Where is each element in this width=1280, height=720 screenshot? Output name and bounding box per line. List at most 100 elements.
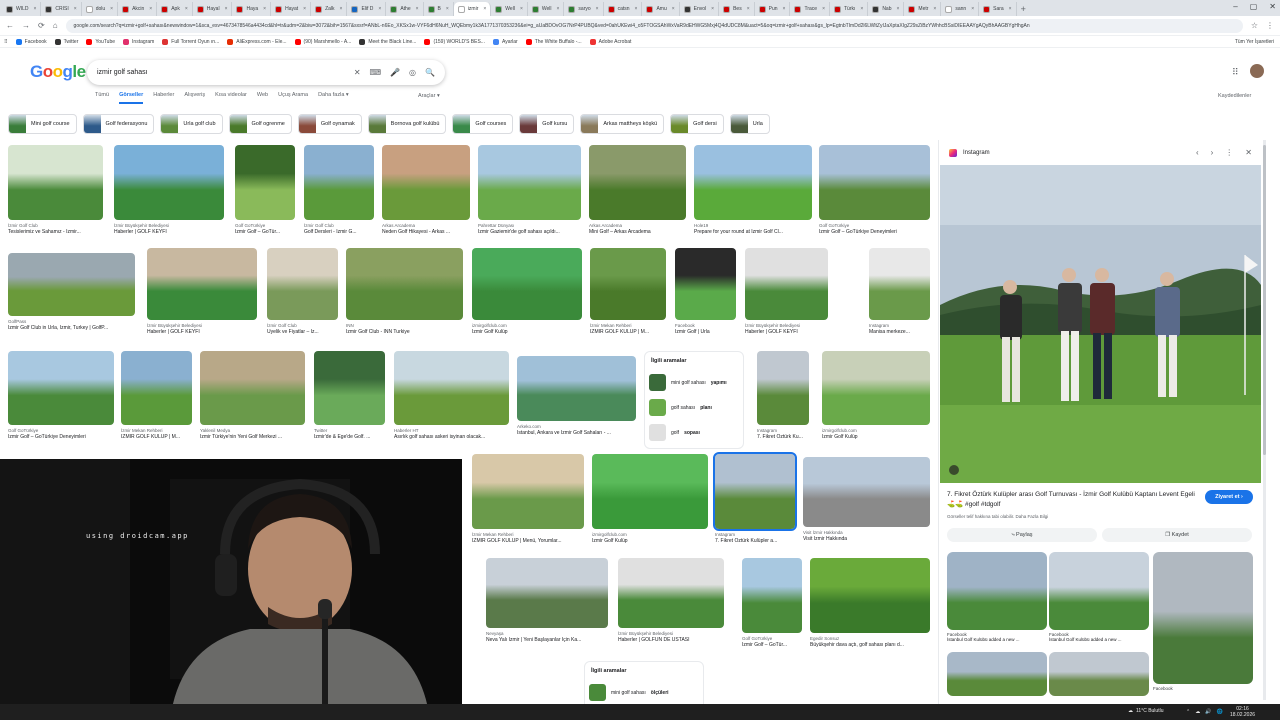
browser-tab[interactable]: Türkı × [830, 2, 869, 16]
result-source[interactable]: Instagram [757, 428, 809, 433]
related-image[interactable]: Facebook İstanbul Golf Kulübü added a new… [947, 552, 1047, 642]
all-bookmarks-link[interactable]: Tüm Yer İşaretleri [1235, 39, 1274, 45]
browser-tab[interactable]: Zalk × [311, 2, 348, 16]
image-result[interactable]: izmirgolfclub.com İzmir Golf Kulüp [592, 454, 708, 544]
result-thumbnail[interactable] [472, 248, 582, 320]
result-title[interactable]: Golf Dersleri - İzmir G... [304, 229, 374, 235]
image-result[interactable]: Arkas Arcadema Mini Golf – Arkas Arcadema [589, 145, 686, 235]
result-thumbnail[interactable] [694, 145, 812, 220]
browser-tab[interactable]: dolu × [82, 2, 119, 16]
result-source[interactable]: İzmir Mekan Rehberi [472, 532, 584, 537]
refinement-chip[interactable]: Golf ogrenme [228, 114, 292, 134]
refinement-chip[interactable]: Golf dersi [670, 114, 724, 134]
browser-tab[interactable]: sann × [941, 2, 980, 16]
browser-tab[interactable]: Apk × [157, 2, 193, 16]
bookmark-item[interactable]: Adobe Acrobat [589, 38, 631, 45]
microphone-icon[interactable]: 🎤 [390, 68, 400, 77]
result-source[interactable]: Visit İzmir Hakkında [803, 530, 930, 535]
result-source[interactable]: Twitter [314, 428, 385, 433]
filter-tab[interactable]: Kısa videolar [215, 92, 247, 104]
result-thumbnail[interactable] [478, 145, 581, 220]
result-thumbnail[interactable] [235, 145, 295, 220]
result-source[interactable]: INN [346, 323, 463, 328]
result-source[interactable]: İzmir Büyükşehir Belediyesi [745, 323, 828, 328]
result-title[interactable]: Asırlık golf sahası askeri isyinan olaca… [394, 434, 509, 440]
window-close-icon[interactable]: ✕ [1269, 2, 1276, 11]
related-image-thumbnail[interactable] [1049, 652, 1149, 696]
related-image-thumbnail[interactable] [947, 552, 1047, 630]
result-thumbnail[interactable] [121, 351, 192, 425]
result-thumbnail[interactable] [757, 351, 809, 425]
result-title[interactable]: İzmir Golf Kulüp [592, 538, 708, 544]
result-thumbnail[interactable] [590, 248, 666, 320]
result-title[interactable]: Haberler | GOLFÜN DE USTASI [618, 637, 724, 643]
tab-close-icon[interactable]: × [1009, 6, 1012, 12]
keyboard-icon[interactable]: ⌨ [370, 68, 382, 77]
image-result[interactable]: Yaklenil Medya İzmir Türkiye'nin Yeni Gol… [200, 351, 305, 440]
related-image[interactable] [947, 652, 1047, 696]
result-thumbnail[interactable] [114, 145, 224, 220]
result-title[interactable]: İzmir Golf Club - INN Turkiye [346, 329, 463, 335]
result-title[interactable]: İzmir Golf – GoTürkiye Deneyimleri [819, 229, 930, 235]
result-thumbnail[interactable] [267, 248, 338, 320]
browser-tab[interactable]: Hayat × [271, 2, 312, 16]
image-result[interactable]: izmirgolfclub.com İzmir Golf Kulüp [822, 351, 930, 440]
image-result[interactable]: Nevyaşa Neva Yalı İzmir | Yeni Başlayanla… [486, 558, 608, 643]
image-result[interactable]: Instagram 7. Fikret Öztürk Kulüpler a... [713, 452, 797, 544]
tab-close-icon[interactable]: × [747, 6, 750, 12]
result-title[interactable]: Neden Golf Hikayesi - Arkas ... [382, 229, 470, 235]
more-icon[interactable]: ⋮ [1225, 148, 1233, 157]
result-source[interactable]: Arkas Arcadema [382, 223, 470, 228]
browser-tab[interactable]: izmir × [453, 2, 492, 16]
image-result[interactable]: Instagram Manisa merkeze... [869, 248, 930, 335]
result-source[interactable]: İzmir Büyükşehir Belediyesi [147, 323, 257, 328]
system-tray[interactable]: ⌃ ☁ 🔊 🌐 [1186, 709, 1223, 715]
tools-button[interactable]: Araçlar ▾ [418, 93, 440, 99]
result-title[interactable]: İzmir Golf Kulüp [822, 434, 930, 440]
result-title[interactable]: İstanbul, Ankara ve İzmir Golf Sahaları … [517, 430, 636, 436]
result-thumbnail[interactable] [200, 351, 305, 425]
refinement-chip[interactable]: Urla golf club [160, 114, 223, 134]
result-title[interactable]: Prepare for your round at İzmir Golf Cl.… [694, 229, 812, 235]
result-title[interactable]: Büyükşehir dava açtı, golf sahası planı … [810, 642, 930, 648]
result-thumbnail[interactable] [314, 351, 385, 425]
image-result[interactable]: INN İzmir Golf Club - INN Turkiye [346, 248, 463, 335]
tab-close-icon[interactable]: × [110, 6, 113, 12]
image-result[interactable]: Facebook İzmir Golf | Urla [675, 248, 736, 335]
result-source[interactable]: Golf GoTürkiye [819, 223, 930, 228]
tab-close-icon[interactable]: × [933, 6, 936, 12]
result-title[interactable]: 7. Fikret Öztürk Ku... [757, 434, 809, 440]
bookmark-item[interactable]: Instagram [123, 38, 154, 45]
browser-tab[interactable]: Amu × [642, 2, 680, 16]
related-image-title[interactable]: İstanbul Golf Kulübü added a new ... [1049, 637, 1149, 642]
result-title[interactable]: Üyelik ve Fiyatlar – İz... [267, 329, 338, 335]
avatar[interactable] [1250, 64, 1264, 78]
browser-tab[interactable]: Well × [491, 2, 528, 16]
image-result[interactable]: Golf GoTürkiye İzmir Golf – GoTürkiye Den… [819, 145, 930, 235]
refinement-chip[interactable]: Arkas mattheys köşkü [580, 114, 665, 134]
result-thumbnail[interactable] [618, 558, 724, 628]
result-source[interactable]: Facebook [675, 323, 736, 328]
browser-tab[interactable]: Haya × [232, 2, 272, 16]
result-source[interactable]: İzmir Büyükşehir Belediyesi [114, 223, 224, 228]
related-image-thumbnail[interactable] [947, 652, 1047, 696]
bookmark-item[interactable]: The White Buffalo -... [525, 38, 582, 45]
browser-tab[interactable]: Akcin × [118, 2, 158, 16]
image-result[interactable]: Golf GoTürkiye İzmir Golf – GoTürkiye Den… [8, 351, 114, 440]
result-source[interactable]: Arkas Arcadema [589, 223, 686, 228]
result-thumbnail[interactable] [822, 351, 930, 425]
bookmark-item[interactable]: (90) Marshmello - A... [294, 38, 351, 45]
browser-tab[interactable]: Pun × [755, 2, 791, 16]
tab-close-icon[interactable]: × [225, 6, 228, 12]
image-result[interactable]: Hole19 Prepare for your round at İzmir Go… [694, 145, 812, 235]
browser-tab[interactable]: Envol × [680, 2, 720, 16]
clock[interactable]: 02:16 18.02.2026 [1230, 706, 1255, 718]
result-source[interactable]: Golf GoTürkiye [235, 223, 295, 228]
share-button[interactable]: ⤷ Paylaş [947, 528, 1097, 542]
tab-close-icon[interactable]: × [446, 6, 449, 12]
image-result[interactable]: Instagram 7. Fikret Öztürk Ku... [757, 351, 809, 440]
browser-tab[interactable]: B × [424, 2, 454, 16]
image-result[interactable]: Golf GoTürkiye İzmir Golf – GoTür... [742, 558, 802, 648]
refinement-chip[interactable]: Golf courses [452, 114, 514, 134]
result-title[interactable]: İZMİR GOLF KULÜP | M... [590, 329, 666, 335]
